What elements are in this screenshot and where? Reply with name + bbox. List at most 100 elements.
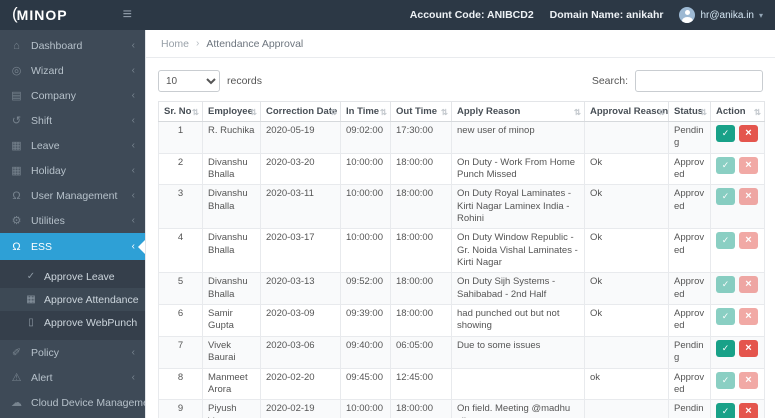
shift-icon: ↺	[11, 115, 22, 127]
approve-button[interactable]: ✓	[716, 125, 735, 142]
approve-button[interactable]: ✓	[716, 371, 735, 389]
cell-correction-date: 2020-03-09	[260, 304, 341, 337]
column-header-in-time[interactable]: In Time ⇅	[340, 101, 391, 122]
column-header-approval-reason[interactable]: Approval Reason ⇅	[584, 101, 669, 122]
approve-button[interactable]: ✓	[716, 276, 735, 294]
sidebar-item-holiday[interactable]: ▦ Holiday ‹	[0, 158, 145, 183]
reject-button[interactable]: ×	[739, 276, 758, 294]
column-header-status[interactable]: Status ⇅	[668, 101, 711, 122]
sidebar-item-label: Cloud Device Management	[31, 396, 145, 409]
logo-text: MINOP	[16, 7, 68, 23]
column-header-employee[interactable]: Employee ⇅	[202, 101, 261, 122]
user-menu[interactable]: hr@anika.in ▾	[679, 7, 763, 23]
cell-correction-date: 2020-02-20	[260, 367, 341, 401]
column-header-correction-date[interactable]: Correction Date ⇅	[260, 101, 341, 122]
records-select[interactable]: 10	[158, 70, 220, 92]
cell-out-time: 18:00:00	[390, 184, 452, 230]
cell-status: Approved	[668, 367, 711, 401]
reject-button[interactable]: ×	[739, 308, 758, 326]
home-icon: ⌂	[13, 39, 20, 52]
sidebar-item-alert[interactable]: ⚠ Alert ‹	[0, 365, 145, 390]
topbar-brand-area: (MINOP ≡	[0, 4, 145, 25]
cell-correction-date: 2020-03-11	[260, 184, 341, 230]
records-per-page: 10 records	[158, 70, 262, 92]
reject-button[interactable]: ×	[739, 232, 758, 250]
sidebar-item-label: Policy	[31, 346, 60, 359]
cell-status: Approved	[668, 152, 711, 186]
cell-action: ✓ ×	[710, 272, 765, 306]
approve-button[interactable]: ✓	[716, 188, 735, 206]
cell-sr-no: 7	[158, 335, 203, 369]
sidebar-item-label: Dashboard	[31, 39, 83, 52]
cell-apply-reason: new user of minop	[451, 121, 585, 154]
cell-status: Pending	[668, 335, 711, 369]
column-header-sr-no[interactable]: Sr. No ⇅	[158, 101, 203, 122]
cell-status: Approved	[668, 184, 711, 230]
reject-button[interactable]: ×	[739, 339, 758, 357]
cell-sr-no: 2	[158, 152, 203, 186]
column-label: Status	[674, 106, 704, 117]
cell-in-time: 10:00:00	[340, 399, 391, 418]
cell-apply-reason: On field. Meeting @madhu vihar	[451, 399, 585, 418]
cell-action: ✓ ×	[710, 228, 765, 274]
cloud-icon: ☁	[11, 397, 22, 409]
reject-button[interactable]: ×	[739, 371, 758, 389]
reject-button[interactable]: ×	[739, 403, 758, 418]
column-header-out-time[interactable]: Out Time ⇅	[390, 101, 452, 122]
sidebar-item-dashboard[interactable]: ⌂ Dashboard ‹	[0, 33, 145, 58]
sort-icon: ⇅	[329, 107, 337, 117]
calendar-icon: ▦	[26, 294, 36, 305]
approve-button[interactable]: ✓	[716, 232, 735, 250]
chevron-down-icon: ▾	[758, 10, 763, 20]
sidebar-item-ess[interactable]: Ω ESS ‹	[0, 233, 145, 260]
sidebar-item-policy[interactable]: ✐ Policy ‹	[0, 340, 145, 365]
cell-in-time: 10:00:00	[340, 152, 391, 186]
submenu-item-approve-leave[interactable]: ✓ Approve Leave	[0, 265, 145, 288]
sidebar-item-leave[interactable]: ▦ Leave ‹	[0, 133, 145, 158]
cell-action: ✓ ×	[710, 399, 765, 418]
cell-employee: Divanshu Bhalla	[202, 228, 261, 274]
breadcrumb-current: Attendance Approval	[206, 37, 304, 50]
cell-employee: Divanshu Bhalla	[202, 152, 261, 186]
sidebar-item-cloud-device-management[interactable]: ☁Cloud Device Management‹	[0, 390, 145, 415]
breadcrumb-separator: ›	[196, 38, 200, 49]
breadcrumb-home-link[interactable]: Home	[161, 38, 189, 50]
cell-correction-date: 2020-03-13	[260, 272, 341, 306]
cell-sr-no: 3	[158, 184, 203, 230]
cell-correction-date: 2020-03-20	[260, 152, 341, 186]
table-row: 2 Divanshu Bhalla 2020-03-20 10:00:00 18:00:…	[158, 152, 765, 186]
app-logo: (MINOP	[12, 4, 68, 25]
sidebar-item-label: Utilities	[31, 214, 65, 227]
search-input[interactable]	[635, 70, 763, 92]
submenu-item-approve-webpunch[interactable]: ▯ Approve WebPunch	[0, 311, 145, 334]
sidebar-item-wizard[interactable]: ◎ Wizard ‹	[0, 58, 145, 83]
cell-employee: R. Ruchika	[202, 121, 261, 154]
sidebar-item-utilities[interactable]: ⚙ Utilities ‹	[0, 208, 145, 233]
cell-in-time: 09:45:00	[340, 367, 391, 401]
column-label: Employee	[208, 106, 253, 117]
column-header-action[interactable]: Action ⇅	[710, 101, 765, 122]
sidebar-item-company[interactable]: ▤ Company ‹	[0, 83, 145, 108]
hamburger-menu-icon[interactable]: ≡	[123, 7, 132, 23]
cell-apply-reason: On Duty - Work From Home Punch Missed	[451, 152, 585, 186]
approve-button[interactable]: ✓	[716, 403, 735, 418]
reject-button[interactable]: ×	[739, 156, 758, 174]
topbar-info-area: Account Code: ANIBCD2 Domain Name: anika…	[145, 7, 775, 23]
cell-apply-reason: On Duty Sijh Systems - Sahibabad - 2nd H…	[451, 272, 585, 306]
approve-button[interactable]: ✓	[716, 156, 735, 174]
sidebar-top-items: ⌂ Dashboard ‹ ◎ Wizard ‹ ▤ Company ‹ ↺ Shift ‹ ▦ Leav…	[0, 33, 145, 233]
column-label: Action	[716, 106, 746, 117]
approve-button[interactable]: ✓	[716, 339, 735, 357]
sidebar-item-shift[interactable]: ↺ Shift ‹	[0, 108, 145, 133]
alert-icon: ⚠	[11, 372, 22, 384]
approve-button[interactable]: ✓	[716, 308, 735, 326]
sidebar-item-label: Alert	[31, 371, 53, 384]
sidebar-item-user-management[interactable]: Ω User Management ‹	[0, 183, 145, 208]
search-area: Search:	[592, 70, 763, 92]
table-header-row: Sr. No ⇅ Employee ⇅ Correction Date ⇅ In Time ⇅…	[158, 101, 765, 122]
cell-sr-no: 5	[158, 272, 203, 306]
submenu-item-approve-attendance[interactable]: ▦ Approve Attendance	[0, 288, 145, 311]
column-header-apply-reason[interactable]: Apply Reason ⇅	[451, 101, 585, 122]
reject-button[interactable]: ×	[739, 188, 758, 206]
reject-button[interactable]: ×	[739, 125, 758, 142]
